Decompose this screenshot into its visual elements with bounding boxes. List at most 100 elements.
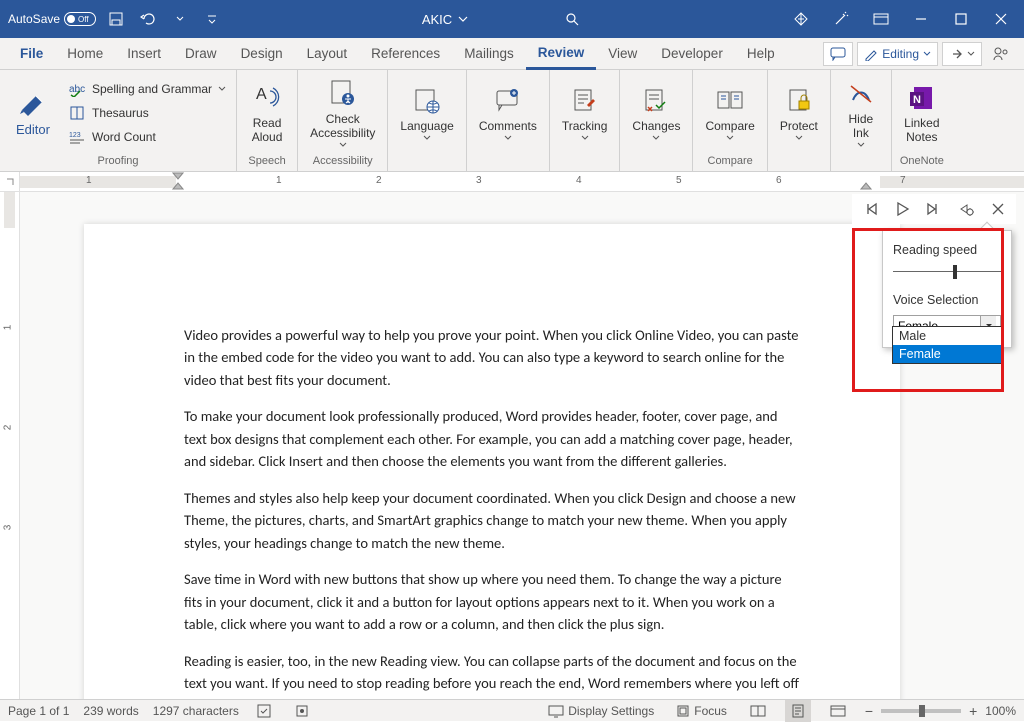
status-bar: Page 1 of 1 239 words 1297 characters Di… [0, 699, 1024, 721]
collab-icon[interactable] [986, 42, 1016, 66]
maximize-icon[interactable] [942, 5, 980, 33]
comments-ribbon-button[interactable]: Comments [473, 83, 543, 143]
share-button[interactable] [942, 42, 982, 66]
spell-check-status-icon[interactable] [253, 700, 277, 722]
word-count-indicator[interactable]: 239 words [83, 704, 138, 718]
document-title: AKIC [422, 12, 452, 27]
paragraph[interactable]: Video provides a powerful way to help yo… [184, 324, 800, 391]
changes-icon [642, 87, 670, 115]
voice-options-list: Male Female [892, 326, 1002, 364]
vertical-ruler[interactable]: 1 2 3 [0, 192, 20, 699]
globe-icon [413, 87, 441, 115]
spelling-grammar-button[interactable]: abcSpelling and Grammar [64, 77, 230, 101]
wand-icon[interactable] [822, 5, 860, 33]
wordcount-icon: 123 [69, 129, 85, 145]
play-icon[interactable] [888, 195, 916, 223]
reading-speed-label: Reading speed [893, 243, 1001, 257]
read-aloud-button[interactable]: A Read Aloud [243, 80, 291, 146]
previous-icon[interactable] [856, 195, 884, 223]
diamond-icon[interactable] [782, 5, 820, 33]
close-read-aloud-icon[interactable] [984, 195, 1012, 223]
search-icon[interactable] [560, 7, 584, 31]
zoom-level[interactable]: 100% [985, 704, 1016, 718]
tab-view[interactable]: View [596, 38, 649, 70]
spell-check-icon: abc [69, 81, 85, 97]
protect-button[interactable]: Protect [774, 83, 824, 143]
paragraph[interactable]: Themes and styles also help keep your do… [184, 487, 800, 554]
tab-insert[interactable]: Insert [115, 38, 173, 70]
document-page[interactable]: Video provides a powerful way to help yo… [84, 224, 900, 699]
editor-label: Editor [16, 122, 50, 137]
autosave-toggle[interactable]: AutoSave Off [8, 12, 96, 26]
voice-option-female[interactable]: Female [893, 345, 1001, 363]
protect-icon [785, 87, 813, 115]
ribbon: Editor abcSpelling and Grammar Thesaurus… [0, 70, 1024, 172]
editing-mode-button[interactable]: Editing [857, 42, 938, 66]
comment-icon [494, 87, 522, 115]
voice-selection-label: Voice Selection [893, 293, 1001, 307]
autosave-label: AutoSave [8, 12, 60, 26]
paragraph[interactable]: Reading is easier, too, in the new Readi… [184, 650, 800, 699]
settings-icon[interactable] [952, 195, 980, 223]
check-accessibility-button[interactable]: Check Accessibility [304, 76, 381, 150]
paragraph[interactable]: Save time in Word with new buttons that … [184, 568, 800, 635]
thesaurus-button[interactable]: Thesaurus [64, 101, 230, 125]
editor-button[interactable]: Editor [6, 84, 60, 141]
tracking-icon [571, 87, 599, 115]
tab-help[interactable]: Help [735, 38, 787, 70]
focus-icon [676, 704, 690, 718]
comments-button[interactable] [823, 42, 853, 66]
proofing-group-label: Proofing [0, 155, 236, 171]
tab-references[interactable]: References [359, 38, 452, 70]
qat-customize-icon[interactable] [200, 7, 224, 31]
undo-dropdown-icon[interactable] [168, 7, 192, 31]
close-icon[interactable] [982, 5, 1020, 33]
undo-icon[interactable] [136, 7, 160, 31]
zoom-slider[interactable] [881, 709, 961, 713]
web-layout-view-icon[interactable] [825, 700, 851, 722]
tab-layout[interactable]: Layout [295, 38, 360, 70]
doc-dropdown-icon[interactable] [458, 14, 468, 24]
display-settings-button[interactable]: Display Settings [544, 700, 658, 722]
linked-notes-button[interactable]: N Linked Notes [898, 80, 946, 146]
horizontal-ruler[interactable]: 1 1 2 3 4 5 6 7 [0, 172, 1024, 192]
tab-home[interactable]: Home [55, 38, 115, 70]
ribbon-mode-icon[interactable] [862, 5, 900, 33]
hide-ink-button[interactable]: Hide Ink [837, 76, 885, 150]
speech-group-label: Speech [237, 155, 297, 171]
print-layout-view-icon[interactable] [785, 700, 811, 722]
focus-button[interactable]: Focus [672, 700, 731, 722]
tab-draw[interactable]: Draw [173, 38, 229, 70]
onenote-icon: N [908, 84, 936, 112]
voice-option-male[interactable]: Male [893, 327, 1001, 345]
tab-file[interactable]: File [8, 38, 55, 70]
indent-marker-icon[interactable] [172, 172, 184, 190]
read-aloud-icon: A [252, 83, 282, 113]
macro-status-icon[interactable] [291, 700, 313, 722]
language-button[interactable]: Language [394, 83, 459, 143]
read-mode-view-icon[interactable] [745, 700, 771, 722]
tab-developer[interactable]: Developer [649, 38, 735, 70]
tab-review[interactable]: Review [526, 38, 597, 70]
tab-design[interactable]: Design [229, 38, 295, 70]
zoom-in-button[interactable]: + [969, 703, 977, 719]
tab-mailings[interactable]: Mailings [452, 38, 526, 70]
tracking-button[interactable]: Tracking [556, 83, 614, 143]
accessibility-icon [328, 79, 358, 109]
reading-speed-slider[interactable] [893, 265, 1001, 279]
char-count-indicator[interactable]: 1297 characters [153, 704, 239, 718]
changes-button[interactable]: Changes [626, 83, 686, 143]
read-aloud-settings-popup: Reading speed Voice Selection Female Mal… [882, 230, 1012, 348]
paragraph[interactable]: To make your document look professionall… [184, 405, 800, 472]
save-icon[interactable] [104, 7, 128, 31]
next-icon[interactable] [920, 195, 948, 223]
onenote-group-label: OneNote [892, 155, 952, 171]
right-indent-marker-icon[interactable] [860, 172, 872, 190]
word-count-button[interactable]: 123Word Count [64, 125, 230, 149]
compare-group-label: Compare [693, 155, 766, 171]
page-indicator[interactable]: Page 1 of 1 [8, 704, 69, 718]
compare-button[interactable]: Compare [699, 83, 760, 143]
minimize-icon[interactable] [902, 5, 940, 33]
zoom-out-button[interactable]: − [865, 703, 873, 719]
document-area: 1 2 3 Video provides a powerful way to h… [0, 192, 1024, 699]
